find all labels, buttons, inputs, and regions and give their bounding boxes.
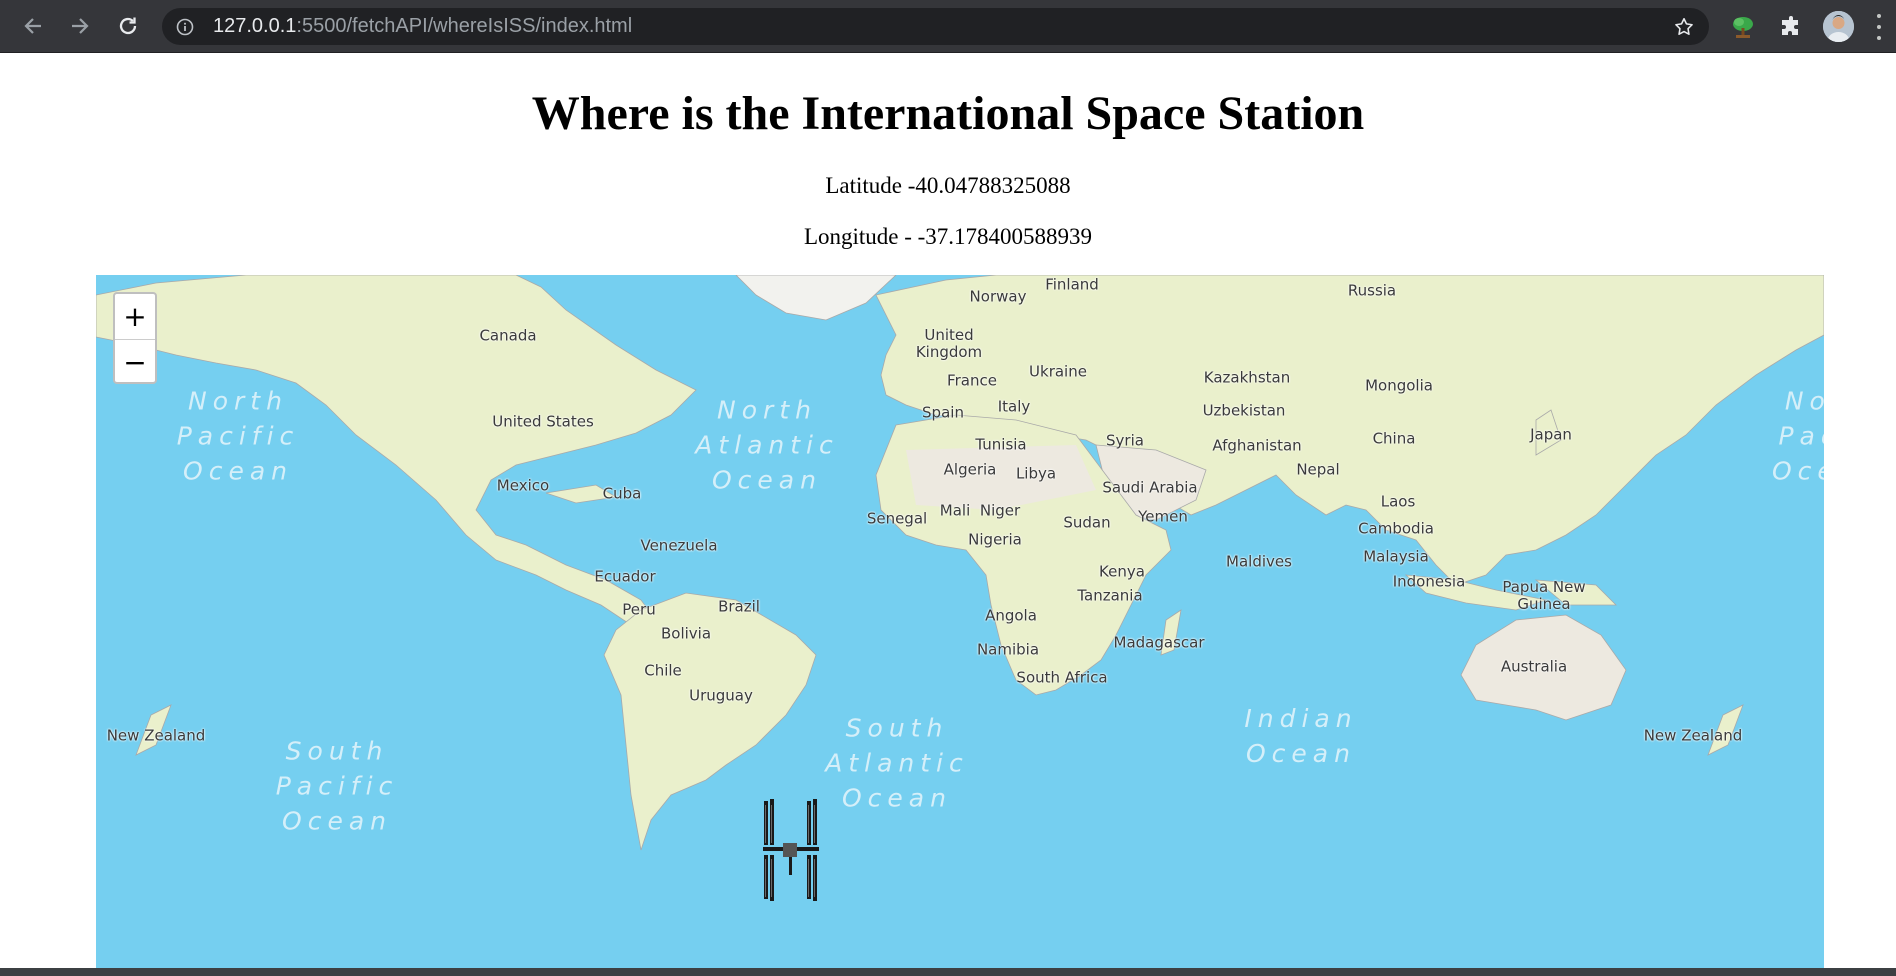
map-label: Peru [622,600,656,619]
map-label: Yemen [1138,507,1188,526]
map-label: Libya [1015,464,1057,483]
ocean-label-north-pacific-east: NorPaciOcea [1771,386,1824,486]
puzzle-extensions-icon[interactable] [1777,13,1805,41]
map-label: Senegal [866,509,928,528]
star-icon[interactable] [1673,16,1695,42]
page-title: Where is the International Space Station [531,87,1365,140]
map-label: Sudan [1063,513,1111,532]
iss-marker-icon[interactable] [761,799,826,903]
info-icon[interactable] [176,18,194,40]
ocean-label-indian: Indian Ocean [1244,704,1358,768]
map-label: Laos [1380,492,1416,511]
map-label: United States [492,412,594,431]
map-label: Chile [644,661,682,680]
map-label: Bolivia [660,624,712,643]
map-label: Finland [1045,275,1099,294]
map-label: Cuba [602,484,642,503]
map-label: United Kingdom [915,326,983,361]
map-label: Uzbekistan [1202,401,1286,420]
url-text[interactable]: 127.0.0.1:5500/fetchAPI/whereIsISS/index… [213,15,632,38]
latitude-text: Latitude -40.04788325088 [825,173,1071,198]
ocean-label-south-atlantic: South Atlantic Ocean [825,713,969,813]
map-label: Kazakhstan [1203,368,1291,387]
url-path: :5500/fetchAPI/whereIsISS/index.html [296,15,633,37]
map-label: Mali [939,501,971,520]
map-label: Mexico [496,476,550,495]
map-label: Italy [997,397,1031,416]
map-label: Canada [479,326,537,345]
map-label: Mongolia [1365,376,1433,395]
ocean-label-north-pacific-west: North Pacific Ocean [176,386,300,486]
map-label: Norway [969,287,1027,306]
map-label: Afghanistan [1212,436,1302,455]
map-label: Algeria [943,460,997,479]
ocean-label-south-pacific: South Pacific Ocean [275,736,399,836]
map-label: Ukraine [1029,362,1087,381]
map-label: Angola [985,606,1037,625]
address-bar[interactable]: 127.0.0.1:5500/fetchAPI/whereIsISS/index… [162,8,1709,45]
map-label: Venezuela [640,536,718,555]
world-map[interactable]: NorthPacificOcean NorPaciOcea NorthAtlan… [96,275,1824,968]
map-label: Maldives [1226,552,1292,571]
map-label: Kenya [1099,562,1145,581]
map-label: New Zealand [106,726,206,745]
map-label: South Africa [1016,668,1108,687]
profile-avatar[interactable] [1823,11,1854,42]
zoom-control: + − [113,292,157,384]
browser-toolbar: 127.0.0.1:5500/fetchAPI/whereIsISS/index… [0,0,1896,53]
map-label: Australia [1500,657,1568,676]
map-label: Niger [979,501,1021,520]
ocean-label-north-atlantic: North Atlantic Ocean [695,395,839,495]
map-label: Nigeria [968,530,1022,549]
zoom-out-button[interactable]: − [115,339,155,385]
map-label: Tunisia [975,435,1027,454]
map-label: Japan [1530,425,1572,444]
map-label: New Zealand [1643,726,1743,745]
map-label: Indonesia [1392,572,1466,591]
map-label: Papua New Guinea [1502,578,1586,613]
map-label: Nepal [1296,460,1340,479]
reload-icon[interactable] [115,13,141,39]
map-label: Syria [1106,431,1144,450]
longitude-text: Longitude - -37.178400588939 [803,224,1093,249]
map-label: Tanzania [1077,586,1143,605]
map-label: Namibia [976,640,1040,659]
map-label: Ecuador [594,567,656,586]
url-host: 127.0.0.1 [213,15,297,37]
map-label: Uruguay [689,686,753,705]
map-label: China [1372,429,1416,448]
map-label: Madagascar [1113,633,1205,652]
map-label: Saudi Arabia [1102,478,1198,497]
back-arrow-icon[interactable] [20,13,46,39]
map-label: Brazil [718,597,760,616]
tree-extension-icon[interactable] [1729,13,1757,41]
map-label: France [947,371,997,390]
map-label: Russia [1347,281,1397,300]
more-menu-icon[interactable] [1876,14,1882,40]
bottom-bar [0,968,1896,976]
forward-arrow-icon[interactable] [67,13,93,39]
map-label: Malaysia [1363,547,1429,566]
map-label: Spain [922,403,964,422]
map-label: Cambodia [1358,519,1434,538]
zoom-in-button[interactable]: + [115,294,155,339]
